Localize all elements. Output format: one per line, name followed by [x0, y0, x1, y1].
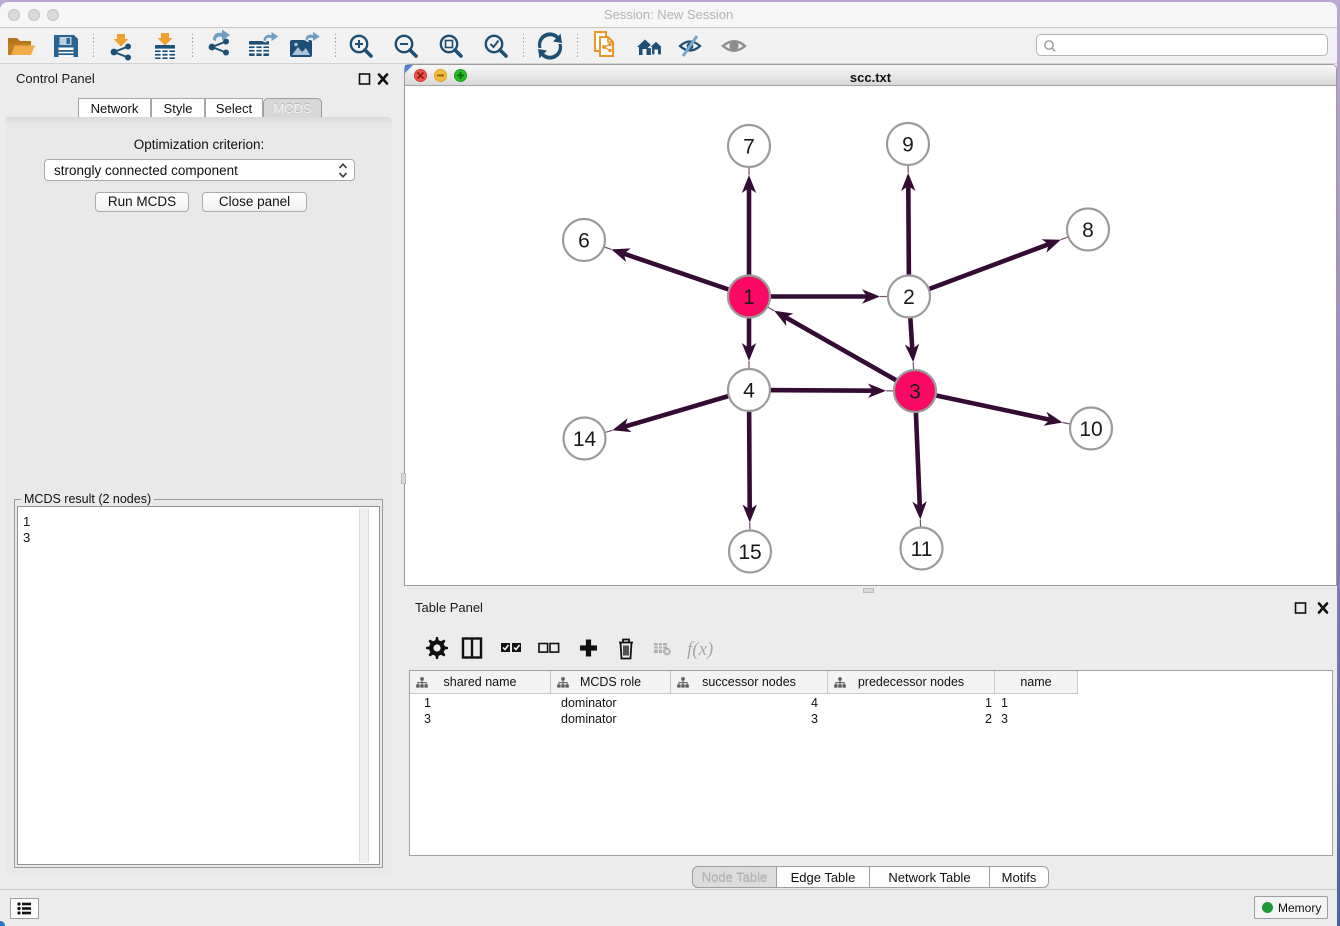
- svg-text:7: 7: [743, 136, 755, 159]
- svg-text:1: 1: [743, 286, 755, 309]
- svg-text:14: 14: [573, 428, 597, 451]
- svg-text:4: 4: [743, 380, 755, 403]
- svg-text:11: 11: [911, 538, 933, 561]
- svg-text:15: 15: [738, 541, 761, 564]
- svg-text:3: 3: [909, 381, 921, 404]
- svg-text:8: 8: [1082, 219, 1094, 242]
- svg-text:2: 2: [903, 286, 915, 309]
- svg-text:9: 9: [902, 134, 914, 157]
- svg-text:6: 6: [578, 230, 590, 253]
- svg-text:10: 10: [1079, 418, 1102, 441]
- svg-text:f(x): f(x): [687, 639, 713, 660]
